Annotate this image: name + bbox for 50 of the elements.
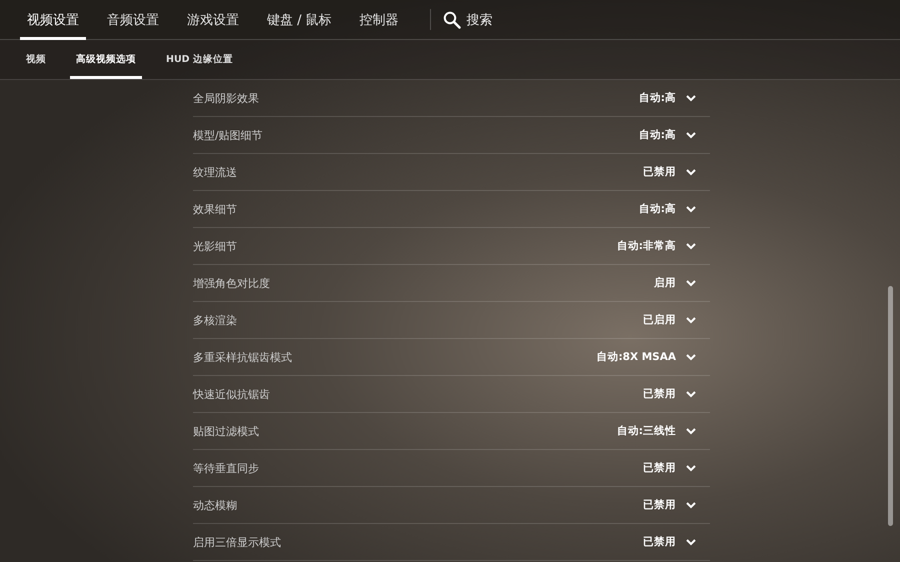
sub-tab[interactable]: 视频 xyxy=(20,40,52,79)
chevron-down-icon xyxy=(686,316,696,324)
nav-tab[interactable]: 音频设置 xyxy=(100,0,166,39)
setting-dropdown[interactable]: 自动:非常高 xyxy=(616,239,710,253)
sub-tab[interactable]: 高级视频选项 xyxy=(70,40,142,79)
setting-label: 全局阴影效果 xyxy=(193,90,259,106)
chevron-down-icon xyxy=(686,538,696,546)
chevron-down-icon xyxy=(686,502,696,508)
scrollbar-thumb[interactable] xyxy=(888,286,893,526)
setting-label: 多核渲染 xyxy=(193,312,237,328)
chevron-down-icon xyxy=(686,354,696,360)
setting-dropdown[interactable]: 已禁用 xyxy=(643,535,710,549)
setting-label: 动态模糊 xyxy=(193,498,237,512)
chevron-down-icon xyxy=(686,94,696,102)
setting-label: 纹理流送 xyxy=(193,164,237,180)
sub-tab[interactable]: HUD 边缘位置 xyxy=(160,40,239,79)
setting-label: 模型/贴图细节 xyxy=(193,128,263,142)
setting-dropdown[interactable]: 已禁用 xyxy=(643,461,710,475)
search-button[interactable]: 搜索 xyxy=(442,0,493,39)
setting-dropdown[interactable]: 已启用 xyxy=(643,313,710,327)
setting-dropdown[interactable]: 已禁用 xyxy=(643,165,710,179)
chevron-down-icon xyxy=(686,464,696,472)
chevron-down-icon xyxy=(686,280,696,286)
setting-dropdown[interactable]: 自动:高 xyxy=(638,91,710,105)
chevron-down-icon xyxy=(686,132,696,138)
setting-dropdown[interactable]: 自动:三线性 xyxy=(616,424,710,438)
setting-label: 启用三倍显示模式 xyxy=(193,534,281,550)
setting-label: 快速近似抗锯齿 xyxy=(193,386,270,402)
search-icon xyxy=(442,10,461,28)
setting-dropdown[interactable]: 已禁用 xyxy=(643,387,710,401)
chevron-down-icon xyxy=(686,242,696,250)
setting-label: 多重采样抗锯齿模式 xyxy=(193,350,292,364)
setting-dropdown[interactable]: 自动:高 xyxy=(638,202,710,216)
nav-tab[interactable]: 视频设置 xyxy=(20,0,86,39)
setting-dropdown[interactable]: 启用 xyxy=(654,276,710,290)
nav-tab[interactable]: 游戏设置 xyxy=(180,0,246,39)
chevron-down-icon xyxy=(686,206,696,212)
setting-label: 增强角色对比度 xyxy=(193,276,270,290)
chevron-down-icon xyxy=(686,168,696,176)
setting-dropdown[interactable]: 自动:高 xyxy=(638,128,710,142)
nav-tab[interactable]: 控制器 xyxy=(352,0,406,39)
setting-label: 等待垂直同步 xyxy=(193,460,259,476)
nav-tab[interactable]: 键盘 / 鼠标 xyxy=(260,0,339,39)
setting-dropdown[interactable]: 已禁用 xyxy=(643,498,710,512)
setting-label: 光影细节 xyxy=(193,238,237,254)
setting-label: 效果细节 xyxy=(193,202,237,216)
chevron-down-icon xyxy=(686,390,696,398)
setting-label: 贴图过滤模式 xyxy=(193,424,259,438)
setting-dropdown[interactable]: 自动:8X MSAA xyxy=(596,350,710,364)
chevron-down-icon xyxy=(686,428,696,434)
